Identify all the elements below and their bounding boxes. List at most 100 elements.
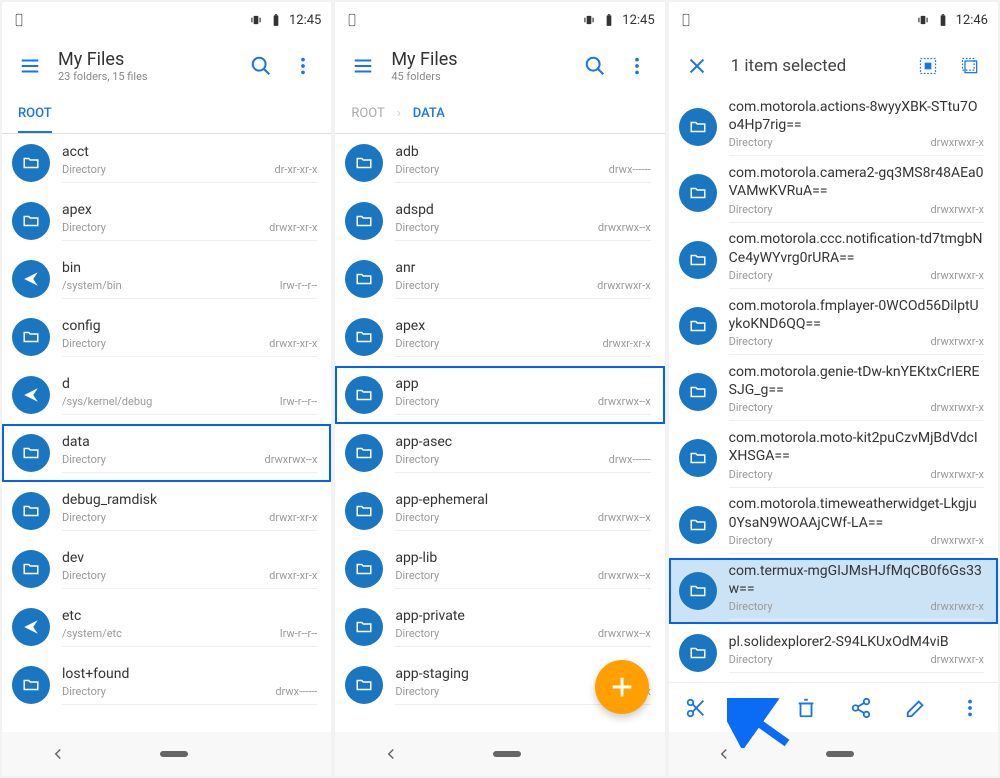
breadcrumb-root[interactable]: ROOT <box>18 106 52 133</box>
file-item[interactable]: adbDirectorydrwx------ <box>335 134 664 192</box>
file-type-badge <box>345 666 383 704</box>
select-range-button[interactable] <box>950 46 990 86</box>
pencil-icon <box>905 697 927 719</box>
share-button[interactable] <box>841 688 881 728</box>
file-list[interactable]: adbDirectorydrwx------adspdDirectorydrwx… <box>335 134 664 732</box>
file-type-badge <box>345 318 383 356</box>
cut-button[interactable] <box>676 688 716 728</box>
folder-icon <box>689 317 707 335</box>
symlink-icon <box>22 270 40 288</box>
file-name: com.motorola.timeweatherwidget-Lkgju0Ysa… <box>729 495 984 531</box>
file-item[interactable]: com.termux-mgGIJMsHJfMqCB0f6Gs33w==Direc… <box>669 558 998 624</box>
file-name: anr <box>395 259 650 277</box>
copy-button[interactable] <box>731 688 771 728</box>
overflow-button[interactable] <box>617 46 657 86</box>
file-item[interactable]: acctDirectorydr-xr-xr-x <box>2 134 331 192</box>
phone-screen-2: 12:45 My Files 45 folders ROOT › DATA ad… <box>335 2 664 776</box>
file-name: app <box>395 375 650 393</box>
file-type: Directory <box>395 337 439 350</box>
file-item[interactable]: lost+foundDirectorydrwx------ <box>2 656 331 714</box>
file-item[interactable]: anrDirectorydrwxrwxr-x <box>335 250 664 308</box>
file-item[interactable]: com.motorola.moto-kit2puCzvMjBdVdcIXHSGA… <box>669 425 998 491</box>
nav-home[interactable] <box>493 749 521 759</box>
file-type: Directory <box>729 401 773 414</box>
file-item[interactable]: devDirectorydrwxr-xr-x <box>2 540 331 598</box>
delete-button[interactable] <box>786 688 826 728</box>
close-selection-button[interactable] <box>677 46 717 86</box>
nav-home[interactable] <box>160 749 188 759</box>
file-permissions: drwxrwx--x <box>598 511 651 524</box>
file-item[interactable]: app-asecDirectorydrwx------ <box>335 424 664 482</box>
app-title: My Files <box>58 49 233 70</box>
file-item[interactable]: etc/system/etclrw-r--r-- <box>2 598 331 656</box>
file-item[interactable]: configDirectorydrwxr-xr-x <box>2 308 331 366</box>
breadcrumb: ROOT <box>2 94 331 134</box>
folder-icon <box>22 502 40 520</box>
file-item[interactable]: app-ephemeralDirectorydrwxrwx--x <box>335 482 664 540</box>
file-item[interactable]: d/sys/kernel/debuglrw-r--r-- <box>2 366 331 424</box>
nav-bar: · <box>669 732 998 776</box>
search-button[interactable] <box>241 46 281 86</box>
file-type: Directory <box>62 337 106 350</box>
nav-back[interactable] <box>49 745 67 763</box>
file-item[interactable]: dataDirectorydrwxrwx--x <box>2 424 331 482</box>
file-list[interactable]: acctDirectorydr-xr-xr-xapexDirectorydrwx… <box>2 134 331 732</box>
menu-button[interactable] <box>10 46 50 86</box>
file-permissions: dr-xr-xr-x <box>274 163 317 176</box>
search-button[interactable] <box>575 46 615 86</box>
file-item[interactable]: debug_ramdiskDirectorydrwxr-xr-x <box>2 482 331 540</box>
file-item[interactable]: com.motorola.camera2-gq3MS8r48AEa0VAMwKV… <box>669 160 998 226</box>
file-name: com.motorola.camera2-gq3MS8r48AEa0VAMwKV… <box>729 164 984 200</box>
file-item[interactable]: com.motorola.fmplayer-0WCOd56DilptUykoKN… <box>669 293 998 359</box>
file-item[interactable]: com.motorola.timeweatherwidget-Lkgju0Ysa… <box>669 492 998 558</box>
more-button[interactable] <box>950 688 990 728</box>
file-type: Directory <box>395 511 439 524</box>
file-item[interactable]: com.motorola.ccc.notification-td7tmgbNCe… <box>669 227 998 293</box>
menu-button[interactable] <box>343 46 383 86</box>
chevron-left-icon <box>715 745 733 763</box>
rename-button[interactable] <box>896 688 936 728</box>
folder-icon <box>22 212 40 230</box>
scissors-icon <box>685 697 707 719</box>
select-all-button[interactable] <box>908 46 948 86</box>
file-type-badge <box>679 634 717 672</box>
file-item[interactable]: com.motorola.actions-8wyyXBK-STtu7Oo4Hp7… <box>669 94 998 160</box>
file-item[interactable]: app-privateDirectorydrwxrwx--x <box>335 598 664 656</box>
file-type: Directory <box>395 221 439 234</box>
file-item[interactable]: adspdDirectorydrwxrwx--x <box>335 192 664 250</box>
fab-add-button[interactable] <box>595 660 649 714</box>
file-item[interactable]: app-libDirectorydrwxrwx--x <box>335 540 664 598</box>
file-type-badge <box>12 608 50 646</box>
file-permissions: drwxrwxr-x <box>930 203 984 216</box>
file-name: debug_ramdisk <box>62 491 317 509</box>
file-item[interactable]: bin/system/binlrw-r--r-- <box>2 250 331 308</box>
folder-icon <box>689 383 707 401</box>
file-name: apex <box>62 201 317 219</box>
breadcrumb-root[interactable]: ROOT <box>351 106 384 121</box>
file-type: Directory <box>395 163 439 176</box>
file-name: dev <box>62 549 317 567</box>
file-type: Directory <box>395 627 439 640</box>
file-type: Directory <box>62 163 106 176</box>
action-bar <box>669 682 998 732</box>
file-item[interactable]: appDirectorydrwxrwx--x <box>335 366 664 424</box>
file-permissions: drwxrwxr-x <box>597 279 651 292</box>
overflow-button[interactable] <box>283 46 323 86</box>
file-type-badge <box>345 144 383 182</box>
nav-back[interactable] <box>382 745 400 763</box>
file-item[interactable]: pl.solidexplorer2-S94LKUxOdM4viBDirector… <box>669 624 998 682</box>
breadcrumb-data[interactable]: DATA <box>413 106 445 121</box>
hamburger-icon <box>19 55 41 77</box>
file-type-badge <box>345 202 383 240</box>
app-subtitle: 45 folders <box>391 70 566 83</box>
file-type-badge <box>12 550 50 588</box>
file-list[interactable]: com.motorola.actions-8wyyXBK-STtu7Oo4Hp7… <box>669 94 998 682</box>
nav-home[interactable] <box>826 749 854 759</box>
file-item[interactable]: apexDirectorydrwxr-xr-x <box>2 192 331 250</box>
file-item[interactable]: apexDirectorydrwxr-xr-x <box>335 308 664 366</box>
file-name: config <box>62 317 317 335</box>
battery-icon <box>269 13 283 27</box>
file-permissions: drwxrwx--x <box>265 453 318 466</box>
nav-back[interactable] <box>715 745 733 763</box>
file-item[interactable]: com.motorola.genie-tDw-knYEKtxCrIERESJG_… <box>669 359 998 425</box>
